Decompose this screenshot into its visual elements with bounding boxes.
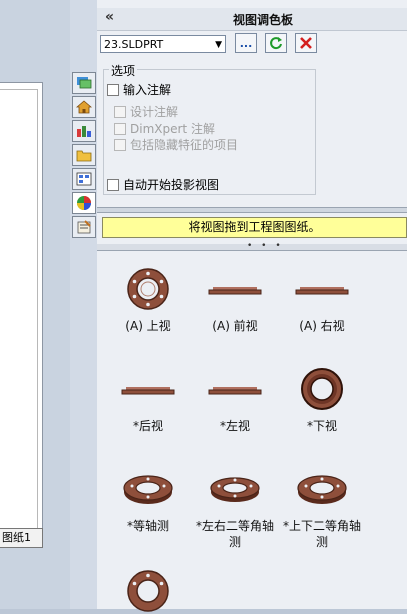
include-hidden-label: 包括隐藏特征的项目 [130, 138, 239, 152]
view-isometric[interactable]: *等轴测 [105, 466, 191, 534]
flat-side-icon [121, 387, 175, 395]
auto-projection-label: 自动开始投影视图 [123, 178, 220, 192]
tab-custom-properties[interactable] [72, 216, 96, 238]
browse-button[interactable]: ... [235, 33, 257, 53]
properties-icon [77, 220, 91, 234]
tab-appearances[interactable] [72, 192, 96, 214]
view-dimetric-lr[interactable]: *左右二等角轴测 [192, 466, 278, 550]
file-dropdown[interactable]: 23.SLDPRT ▼ [100, 35, 226, 53]
drawing-sheet[interactable] [0, 82, 43, 544]
close-icon [300, 37, 312, 49]
sheet-border [0, 89, 38, 537]
view-label: (A) 前视 [212, 319, 258, 333]
view-label: (A) 上视 [125, 319, 171, 333]
refresh-button[interactable] [265, 33, 287, 53]
flat-side-icon [295, 287, 349, 295]
dimxpert-annotations-option: DimXpert 注解 [114, 120, 215, 137]
collapse-button[interactable]: « [105, 9, 114, 25]
include-hidden-checkbox [114, 138, 126, 151]
import-annotations-checkbox[interactable] [107, 83, 119, 96]
view-current[interactable] [105, 568, 191, 614]
folder-icon [76, 150, 92, 162]
design-library-icon [77, 126, 91, 137]
import-annotations-label: 输入注解 [123, 83, 172, 97]
view-label: *后视 [132, 419, 163, 433]
tab-view-palette[interactable] [72, 168, 96, 190]
view-right[interactable]: (A) 右视 [279, 266, 365, 334]
dimxpert-annotations-checkbox [114, 122, 126, 135]
clear-button[interactable] [295, 33, 317, 53]
resources-icon [77, 77, 92, 89]
design-annotations-checkbox [114, 105, 126, 118]
splitter-handle[interactable]: • • • [97, 241, 407, 251]
tab-design-library[interactable] [72, 120, 96, 142]
panel-title: 视图调色板 [233, 13, 294, 27]
flat-side-icon [208, 387, 262, 395]
color-wheel-icon [77, 196, 91, 210]
import-annotations-option[interactable]: 输入注解 [107, 81, 171, 98]
ring-top-icon [127, 268, 169, 310]
browse-label: ... [239, 36, 253, 50]
view-bottom[interactable]: *下视 [279, 366, 365, 434]
view-left[interactable]: *左视 [192, 366, 278, 434]
tab-file-explorer[interactable] [72, 144, 96, 166]
grip-icon: • • • [247, 241, 284, 251]
iso-icon [123, 475, 173, 504]
sheet-tab[interactable]: 图纸1 [0, 528, 43, 548]
panel-title-bar: « 视图调色板 [97, 8, 407, 31]
view-label: *上下二等角轴测 [282, 519, 361, 549]
view-label: *等轴测 [126, 519, 169, 533]
ring-bottom-icon [301, 368, 343, 410]
chevron-down-icon: ▼ [215, 40, 222, 50]
design-annotations-option: 设计注解 [114, 103, 178, 120]
iso-icon [210, 477, 260, 502]
dimxpert-annotations-label: DimXpert 注解 [130, 122, 215, 136]
file-dropdown-value: 23.SLDPRT [104, 38, 164, 51]
ring-top-icon [127, 570, 169, 612]
view-palette-panel: « 视图调色板 23.SLDPRT ▼ ... 选项 输入注解 设计注解 Dim… [97, 0, 407, 612]
include-hidden-option: 包括隐藏特征的项目 [114, 136, 238, 153]
view-palette-icon [76, 172, 92, 186]
tab-resources[interactable] [72, 72, 96, 94]
view-label: (A) 右视 [299, 319, 345, 333]
view-top[interactable]: (A) 上视 [105, 266, 191, 334]
options-legend: 选项 [109, 62, 138, 79]
flat-side-icon [208, 287, 262, 295]
iso-icon [297, 475, 347, 504]
auto-projection-checkbox[interactable] [107, 178, 119, 191]
view-label: *左右二等角轴测 [195, 519, 274, 549]
home-icon [76, 100, 92, 114]
drawing-area[interactable]: 图纸1 [0, 0, 70, 609]
section-divider [97, 207, 407, 213]
task-pane-tab-strip [70, 0, 99, 609]
view-dimetric-tb[interactable]: *上下二等角轴测 [279, 466, 365, 550]
view-front[interactable]: (A) 前视 [192, 266, 278, 334]
refresh-icon [270, 37, 282, 50]
view-label: *下视 [306, 419, 337, 433]
auto-projection-option[interactable]: 自动开始投影视图 [107, 176, 219, 193]
tab-home[interactable] [72, 96, 96, 118]
view-thumbnails-area: (A) 上视 (A) 前视 (A) 右视 *后视 *左视 *下视 *等轴测 *左… [97, 252, 407, 612]
hint-bar: 将视图拖到工程图图纸。 [102, 217, 407, 238]
view-label: *左视 [219, 419, 250, 433]
view-back[interactable]: *后视 [105, 366, 191, 434]
design-annotations-label: 设计注解 [130, 105, 179, 119]
